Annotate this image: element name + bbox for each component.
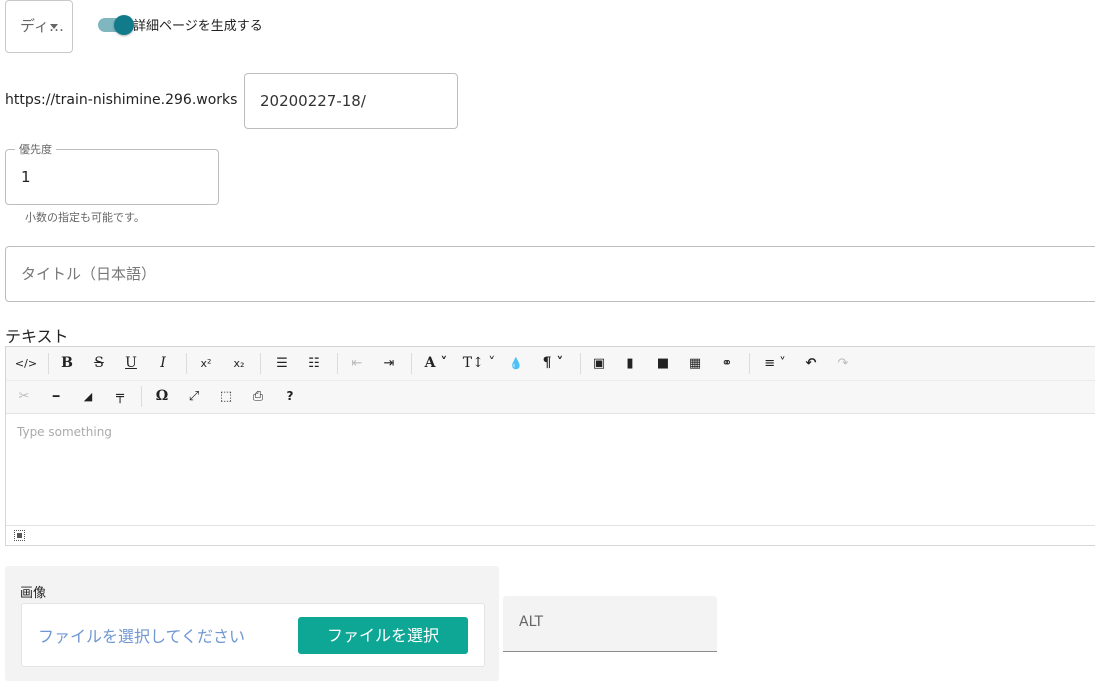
- italic-icon[interactable]: I: [150, 351, 176, 376]
- text-label: テキスト: [5, 327, 69, 346]
- outdent-icon[interactable]: ⇤: [344, 351, 370, 376]
- rich-text-editor: </> B S U I x² x₂ ☰ ☷ ⇤ ⇥ A ˅ T↕ ˅ 💧 ¶ ˅…: [5, 346, 1095, 546]
- toolbar-row-1: </> B S U I x² x₂ ☰ ☷ ⇤ ⇥ A ˅ T↕ ˅ 💧 ¶ ˅…: [6, 347, 1095, 381]
- file-icon[interactable]: ▮: [617, 351, 643, 376]
- slug-input[interactable]: 20200227-18/: [244, 73, 458, 129]
- editor-toolbar: </> B S U I x² x₂ ☰ ☷ ⇤ ⇥ A ˅ T↕ ˅ 💧 ¶ ˅…: [6, 347, 1095, 414]
- generate-detail-label: 詳細ページを生成する: [133, 19, 263, 34]
- align-icon[interactable]: ≡ ˅: [757, 351, 793, 376]
- table-icon[interactable]: ▦: [682, 351, 708, 376]
- slug-value: 20200227-18/: [260, 92, 366, 110]
- numbered-list-icon[interactable]: ☷: [301, 351, 327, 376]
- toolbar-separator: [749, 353, 750, 374]
- toolbar-separator: [141, 386, 142, 407]
- code-view-icon[interactable]: </>: [13, 351, 39, 376]
- indent-icon[interactable]: ⇥: [376, 351, 402, 376]
- toolbar-separator: [337, 353, 338, 374]
- file-placeholder: ファイルを選択してください: [38, 627, 246, 646]
- redo-icon[interactable]: ↷: [830, 351, 856, 376]
- editor-placeholder: Type something: [17, 425, 112, 439]
- toolbar-separator: [260, 353, 261, 374]
- undo-icon[interactable]: ↶: [798, 351, 824, 376]
- format-painter-icon[interactable]: ╤: [107, 384, 133, 409]
- file-input[interactable]: ファイルを選択してください ファイルを選択: [21, 603, 485, 667]
- select-all-icon[interactable]: ⬚: [213, 384, 239, 409]
- chevron-down-icon: [50, 24, 58, 29]
- image-label: 画像: [20, 586, 47, 601]
- toolbar-row-2: ✂ ━ ◢ ╤ Ω ⤢ ⬚ ⎙ ?: [6, 380, 1095, 413]
- font-size-icon[interactable]: T↕ ˅: [460, 351, 498, 376]
- priority-hint: 小数の指定も可能です。: [25, 211, 145, 224]
- bullet-list-icon[interactable]: ☰: [269, 351, 295, 376]
- priority-label: 優先度: [15, 141, 56, 157]
- superscript-icon[interactable]: x²: [193, 351, 219, 376]
- toolbar-separator: [411, 353, 412, 374]
- url-prefix: https://train-nishimine.296.works: [5, 92, 238, 108]
- title-input[interactable]: タイトル（日本語）: [5, 246, 1095, 302]
- special-char-icon[interactable]: Ω: [149, 384, 175, 409]
- cut-icon[interactable]: ✂: [11, 384, 37, 409]
- toolbar-separator: [580, 353, 581, 374]
- help-icon[interactable]: ?: [277, 384, 303, 409]
- toolbar-separator: [48, 353, 49, 374]
- generate-detail-toggle[interactable]: [96, 15, 136, 35]
- editor-content-area[interactable]: Type something: [6, 413, 1095, 527]
- language-select[interactable]: ディ…: [5, 0, 73, 53]
- priority-input[interactable]: 1: [5, 149, 219, 205]
- video-icon[interactable]: ■: [650, 351, 676, 376]
- toggle-knob: [114, 15, 134, 35]
- title-placeholder: タイトル（日本語）: [21, 265, 157, 283]
- print-icon[interactable]: ⎙: [245, 384, 271, 409]
- eraser-icon[interactable]: ◢: [75, 384, 101, 409]
- alt-input[interactable]: ALT: [503, 596, 717, 652]
- image-upload-card: 画像 ファイルを選択してください ファイルを選択: [5, 566, 499, 681]
- resize-icon[interactable]: [14, 530, 25, 541]
- paragraph-icon[interactable]: ¶ ˅: [536, 351, 570, 376]
- priority-value: 1: [21, 168, 31, 186]
- font-family-icon[interactable]: A ˅: [419, 351, 453, 376]
- image-icon[interactable]: ▣: [586, 351, 612, 376]
- horizontal-rule-icon[interactable]: ━: [43, 384, 69, 409]
- strikethrough-icon[interactable]: S: [86, 351, 112, 376]
- bold-icon[interactable]: B: [54, 351, 80, 376]
- toolbar-separator: [186, 353, 187, 374]
- color-icon[interactable]: 💧: [503, 351, 529, 376]
- fullscreen-icon[interactable]: ⤢: [181, 384, 207, 409]
- underline-icon[interactable]: U: [118, 351, 144, 376]
- link-icon[interactable]: ⚭: [714, 351, 740, 376]
- subscript-icon[interactable]: x₂: [226, 351, 252, 376]
- choose-file-button[interactable]: ファイルを選択: [298, 617, 468, 654]
- editor-statusbar: [6, 525, 1095, 545]
- alt-placeholder: ALT: [519, 614, 544, 630]
